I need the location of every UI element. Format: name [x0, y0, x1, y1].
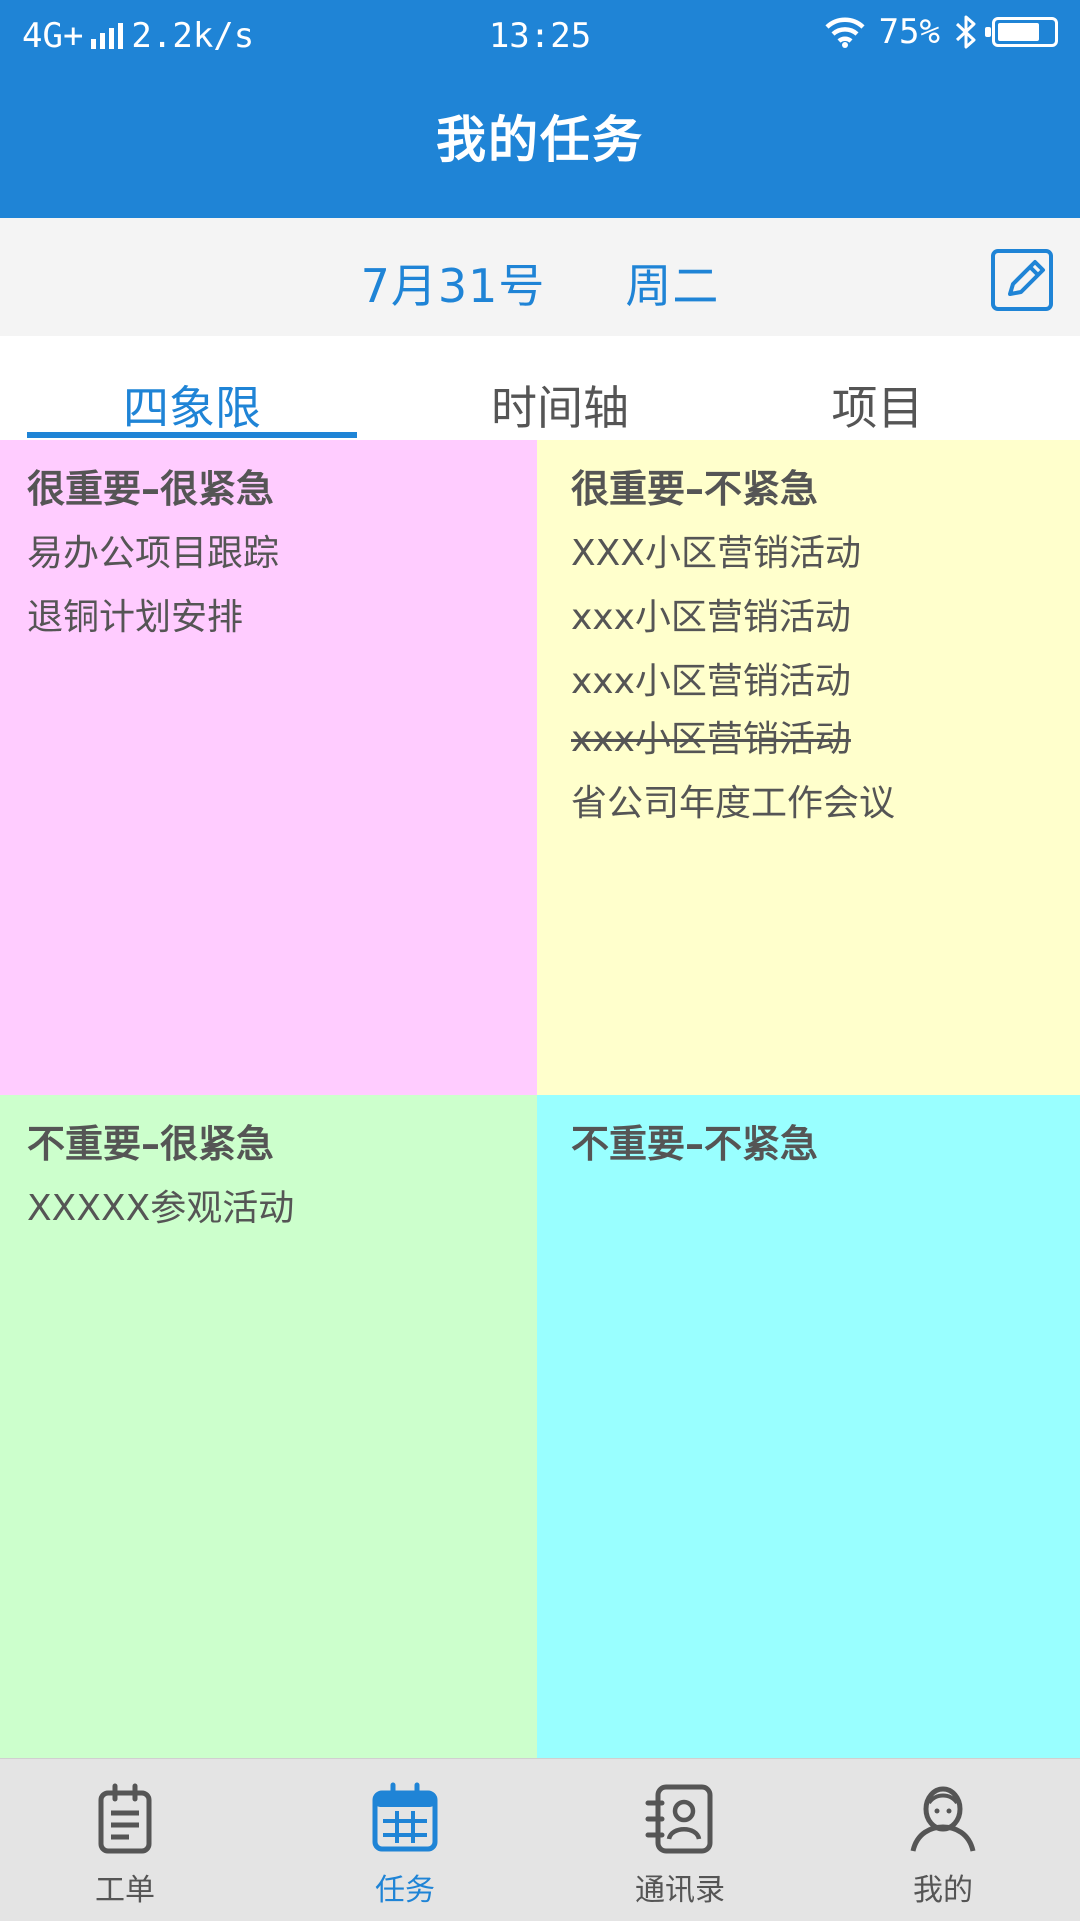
edit-icon[interactable]	[990, 248, 1056, 314]
nav-label: 我的	[913, 1873, 973, 1908]
wifi-icon	[825, 17, 865, 48]
top-bar: 4G+ 2.2k/s 13:25 75% 我的任务	[0, 0, 1080, 218]
quadrant-not-important-urgent[interactable]: 不重要–很紧急 XXXXX参观活动	[0, 1095, 537, 1758]
date-display[interactable]: 7月31号 周二	[0, 250, 1080, 316]
date-bar: 7月31号 周二	[0, 218, 1080, 336]
battery-icon	[985, 17, 1058, 47]
quadrant-not-important-not-urgent[interactable]: 不重要–不紧急	[537, 1095, 1080, 1758]
task-item-completed[interactable]: xxx小区营销活动	[571, 710, 851, 762]
nav-label: 通讯录	[635, 1873, 725, 1908]
quadrant-grid: 很重要–很紧急 易办公项目跟踪 退铜计划安排 很重要–不紧急 XXX小区营销活动…	[0, 440, 1080, 1758]
contacts-icon	[645, 1784, 713, 1854]
quadrant-title: 很重要–不紧急	[571, 467, 819, 511]
battery-percent: 75%	[878, 12, 940, 52]
task-item[interactable]: XXX小区营销活动	[571, 524, 861, 576]
nav-item-tasks[interactable]: 任务	[305, 1759, 505, 1921]
task-item[interactable]: xxx小区营销活动	[571, 588, 851, 640]
calendar-icon	[372, 1782, 438, 1852]
quadrant-important-not-urgent[interactable]: 很重要–不紧急 XXX小区营销活动 xxx小区营销活动 xxx小区营销活动 xx…	[537, 440, 1080, 1095]
quadrant-title: 很重要–很紧急	[27, 467, 275, 511]
nav-item-mine[interactable]: 我的	[843, 1759, 1043, 1921]
date-label: 7月31号	[360, 259, 546, 313]
task-item[interactable]: xxx小区营销活动	[571, 652, 851, 704]
tab-bar: 四象限 时间轴 项目	[0, 336, 1080, 440]
task-item[interactable]: 退铜计划安排	[27, 588, 243, 640]
weekday-label: 周二	[625, 259, 720, 313]
user-icon	[910, 1786, 976, 1852]
tab-quadrant[interactable]: 四象限	[27, 372, 357, 435]
page-title: 我的任务	[436, 111, 644, 169]
nav-label: 任务	[375, 1873, 435, 1908]
tab-timeline[interactable]: 时间轴	[415, 372, 705, 435]
status-right: 75%	[825, 12, 1058, 52]
active-tab-indicator	[27, 432, 357, 438]
quadrant-title: 不重要–不紧急	[571, 1122, 819, 1166]
nav-label: 工单	[95, 1873, 155, 1908]
nav-item-contacts[interactable]: 通讯录	[580, 1759, 780, 1921]
tab-project[interactable]: 项目	[760, 372, 995, 435]
quadrant-important-urgent[interactable]: 很重要–很紧急 易办公项目跟踪 退铜计划安排	[0, 440, 537, 1095]
status-bar: 4G+ 2.2k/s 13:25 75%	[0, 0, 1080, 72]
task-item[interactable]: 易办公项目跟踪	[27, 524, 279, 576]
bluetooth-icon	[955, 15, 976, 49]
nav-item-workorder[interactable]: 工单	[25, 1759, 225, 1921]
bottom-nav: 工单 任务 通讯录 我的	[0, 1758, 1080, 1921]
task-item[interactable]: 省公司年度工作会议	[571, 774, 895, 826]
quadrant-title: 不重要–很紧急	[27, 1122, 275, 1166]
task-item[interactable]: XXXXX参观活动	[27, 1179, 294, 1231]
clipboard-icon	[98, 1783, 152, 1854]
